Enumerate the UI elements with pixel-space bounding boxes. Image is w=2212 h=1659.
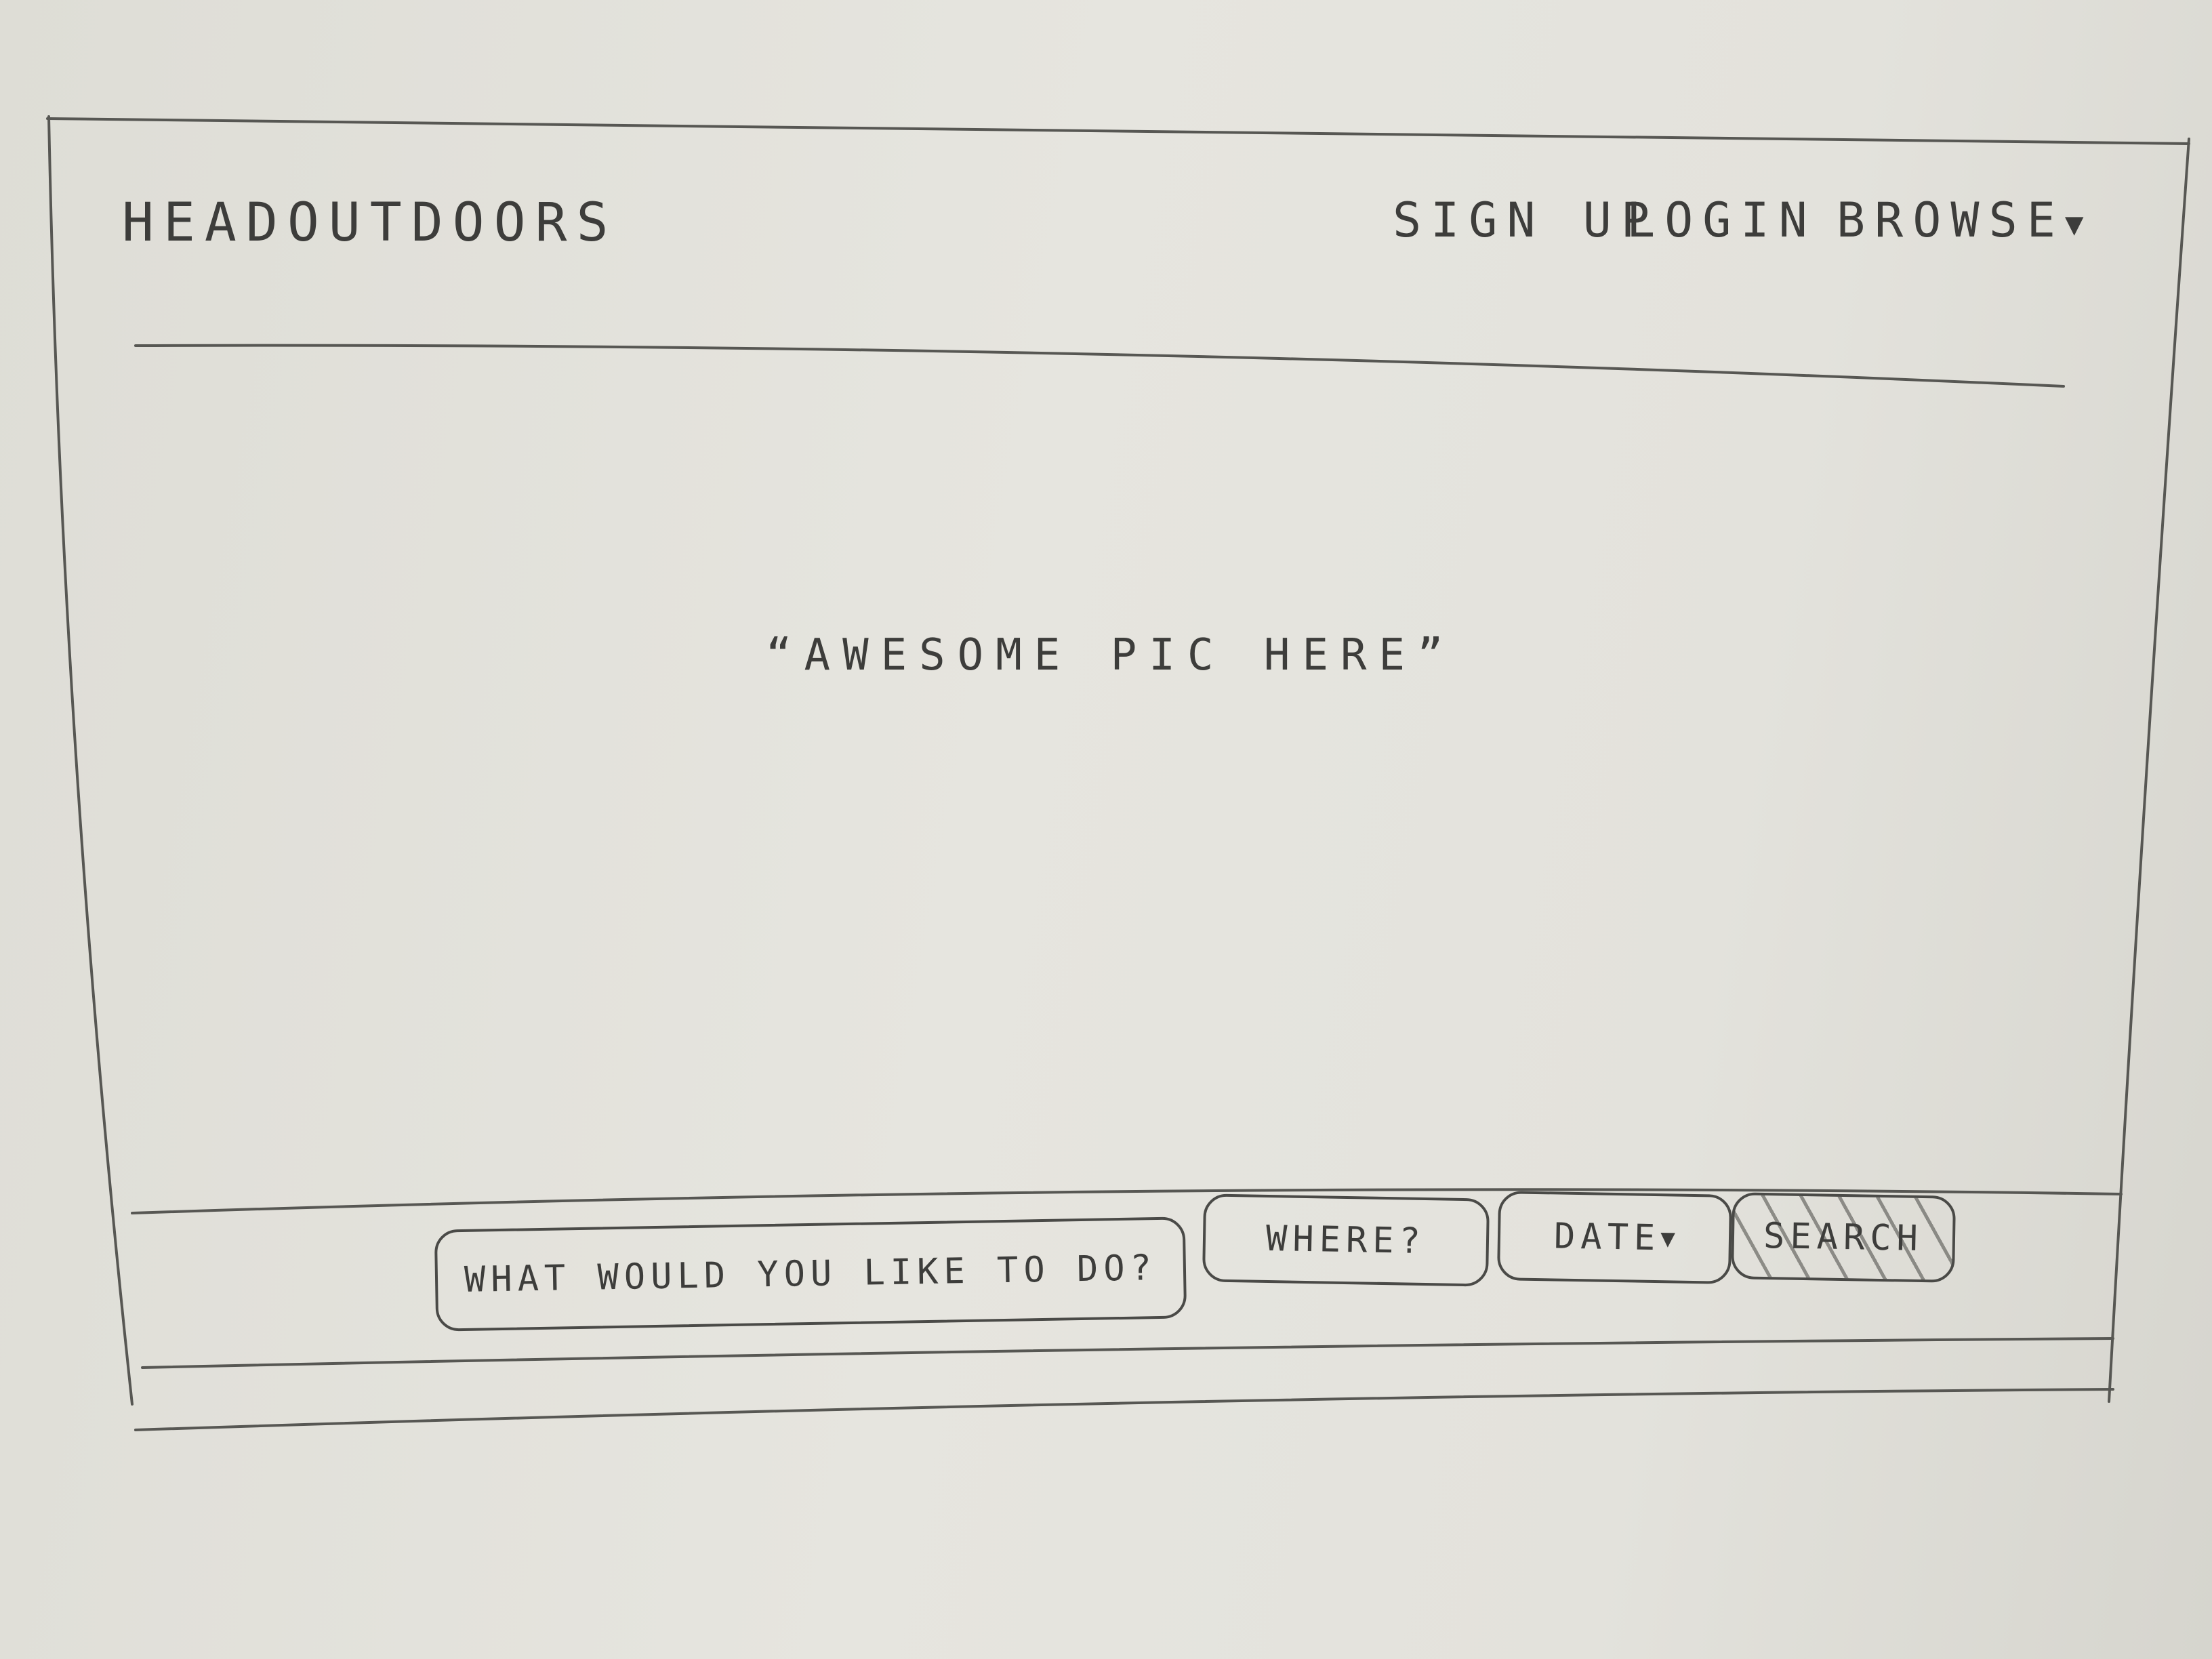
location-input[interactable]: WHERE? [1202,1193,1490,1287]
nav-browse-label: BROWSE [1837,192,2065,248]
nav-browse-dropdown[interactable]: BROWSE▼ [1837,197,2084,244]
frame-right-line [2108,138,2190,1403]
search-button-label: SEARCH [1763,1215,1924,1260]
frame-top-line [46,117,2190,145]
frame-bottom-line [134,1388,2114,1431]
date-dropdown[interactable]: DATE ▼ [1496,1190,1733,1285]
frame-left-line [47,115,134,1406]
hero-image-placeholder: “AWESOME PIC HERE” [766,630,1456,680]
activity-input-placeholder: WHAT WOULD YOU LIKE TO DO? [464,1248,1158,1300]
brand-logo[interactable]: HEADOUTDOORS [122,197,618,249]
nav-login-link[interactable]: LOGIN [1626,197,1817,244]
location-input-placeholder: WHERE? [1265,1218,1427,1263]
chevron-down-icon: ▼ [1660,1224,1676,1253]
search-band-bottom [141,1337,2114,1369]
date-dropdown-label: DATE [1553,1216,1661,1259]
chevron-down-icon: ▼ [2064,205,2084,242]
activity-input[interactable]: WHAT WOULD YOU LIKE TO DO? [434,1216,1187,1332]
nav-signup-link[interactable]: SIGN UP [1393,197,1659,244]
header-divider [134,344,2065,388]
search-button[interactable]: SEARCH [1730,1192,1957,1283]
